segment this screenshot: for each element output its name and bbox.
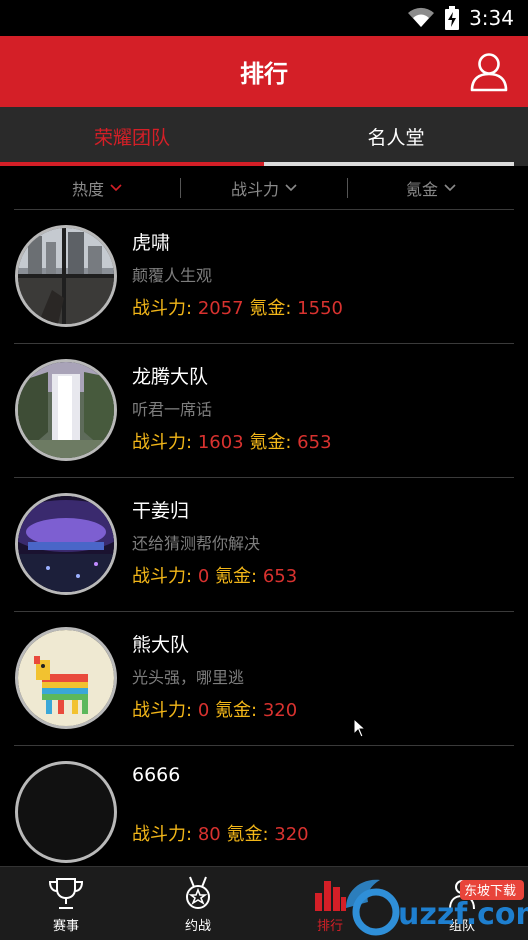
chevron-down-icon bbox=[444, 183, 456, 191]
gold-value: 320 bbox=[274, 824, 309, 845]
team-slogan: 听君一席话 bbox=[132, 400, 213, 419]
status-time: 3:34 bbox=[469, 6, 514, 30]
gold-label: 氪金: bbox=[215, 700, 258, 721]
team-name: 熊大队 bbox=[132, 634, 190, 656]
power-value: 2057 bbox=[197, 298, 244, 319]
team-name: 虎啸 bbox=[132, 232, 171, 254]
team-avatar bbox=[15, 493, 117, 595]
page-title: 排行 bbox=[240, 60, 288, 88]
gold-label: 氪金: bbox=[249, 298, 292, 319]
tab-bar: 荣耀团队 名人堂 bbox=[0, 107, 528, 166]
status-bar: 3:34 bbox=[0, 0, 528, 36]
gold-value: 320 bbox=[262, 700, 298, 721]
power-label: 战斗力: bbox=[132, 824, 193, 845]
team-avatar bbox=[15, 761, 117, 863]
team-list: 虎啸 颠覆人生观 战斗力: 2057 氪金: 1550 龙腾大队 听君一席话 战… bbox=[0, 210, 528, 880]
nav-challenge[interactable]: 约战 bbox=[132, 867, 264, 940]
gold-label: 氪金: bbox=[226, 824, 269, 845]
watermark-logo: uzzf.com 东坡下载 bbox=[340, 872, 528, 938]
team-stats: 战斗力: 0 氪金: 320 bbox=[132, 696, 297, 722]
wifi-icon bbox=[407, 7, 435, 29]
nav-events[interactable]: 赛事 bbox=[0, 867, 132, 940]
gold-value: 653 bbox=[297, 432, 332, 453]
team-stats: 战斗力: 1603 氪金: 653 bbox=[132, 428, 332, 454]
nav-label: 赛事 bbox=[52, 919, 79, 934]
filter-label: 战斗力 bbox=[230, 179, 279, 199]
team-stats: 战斗力: 2057 氪金: 1550 bbox=[132, 294, 343, 320]
filter-popularity[interactable]: 热度 bbox=[14, 176, 180, 200]
power-label: 战斗力: bbox=[132, 700, 193, 721]
power-value: 1603 bbox=[197, 432, 244, 453]
power-value: 0 bbox=[197, 566, 210, 587]
battery-charging-icon bbox=[445, 6, 460, 30]
team-stats: 战斗力: 80 氪金: 320 bbox=[132, 820, 309, 846]
filter-label: 氪金 bbox=[405, 179, 438, 199]
nav-label: 约战 bbox=[184, 919, 211, 934]
team-avatar bbox=[15, 359, 117, 461]
gold-label: 氪金: bbox=[249, 432, 292, 453]
tab-glory-team[interactable]: 荣耀团队 bbox=[0, 107, 264, 166]
team-avatar bbox=[15, 225, 117, 327]
profile-icon[interactable] bbox=[470, 52, 508, 92]
list-item[interactable]: 6666 战斗力: 80 氪金: 320 bbox=[14, 746, 514, 880]
gold-value: 1550 bbox=[297, 298, 343, 319]
tab-label: 名人堂 bbox=[367, 127, 425, 149]
trophy-icon bbox=[48, 878, 84, 909]
mouse-cursor-icon bbox=[353, 717, 367, 742]
gold-value: 653 bbox=[262, 566, 298, 587]
list-item[interactable]: 虎啸 颠覆人生观 战斗力: 2057 氪金: 1550 bbox=[14, 210, 514, 344]
filter-label: 热度 bbox=[71, 179, 104, 199]
team-avatar bbox=[15, 627, 117, 729]
tab-hall-of-fame[interactable]: 名人堂 bbox=[264, 107, 528, 166]
team-slogan: 颠覆人生观 bbox=[132, 266, 213, 285]
chevron-down-icon bbox=[110, 183, 122, 191]
tab-label: 荣耀团队 bbox=[93, 127, 170, 149]
power-value: 0 bbox=[197, 700, 210, 721]
list-item[interactable]: 干姜归 还给猜测帮你解决 战斗力: 0 氪金: 653 bbox=[14, 478, 514, 612]
medal-icon bbox=[186, 876, 210, 909]
team-name: 6666 bbox=[132, 764, 181, 786]
svg-text:uzzf.com: uzzf.com bbox=[398, 897, 528, 932]
power-label: 战斗力: bbox=[132, 566, 193, 587]
power-label: 战斗力: bbox=[132, 298, 193, 319]
team-name: 干姜归 bbox=[132, 500, 190, 522]
power-label: 战斗力: bbox=[132, 432, 193, 453]
svg-text:东坡下载: 东坡下载 bbox=[464, 884, 516, 899]
app-header: 排行 bbox=[0, 36, 528, 107]
chevron-down-icon bbox=[285, 183, 297, 191]
team-stats: 战斗力: 0 氪金: 653 bbox=[132, 562, 297, 588]
list-item[interactable]: 龙腾大队 听君一席话 战斗力: 1603 氪金: 653 bbox=[14, 344, 514, 478]
list-item[interactable]: 熊大队 光头强，哪里逃 战斗力: 0 氪金: 320 bbox=[14, 612, 514, 746]
gold-label: 氪金: bbox=[215, 566, 258, 587]
sort-filter-bar: 热度 战斗力 氪金 bbox=[14, 166, 514, 210]
team-slogan: 还给猜测帮你解决 bbox=[132, 534, 261, 553]
power-value: 80 bbox=[197, 824, 221, 845]
filter-power[interactable]: 战斗力 bbox=[181, 176, 347, 200]
team-slogan: 光头强，哪里逃 bbox=[132, 668, 245, 687]
filter-gold[interactable]: 氪金 bbox=[348, 176, 514, 200]
team-name: 龙腾大队 bbox=[132, 366, 209, 388]
